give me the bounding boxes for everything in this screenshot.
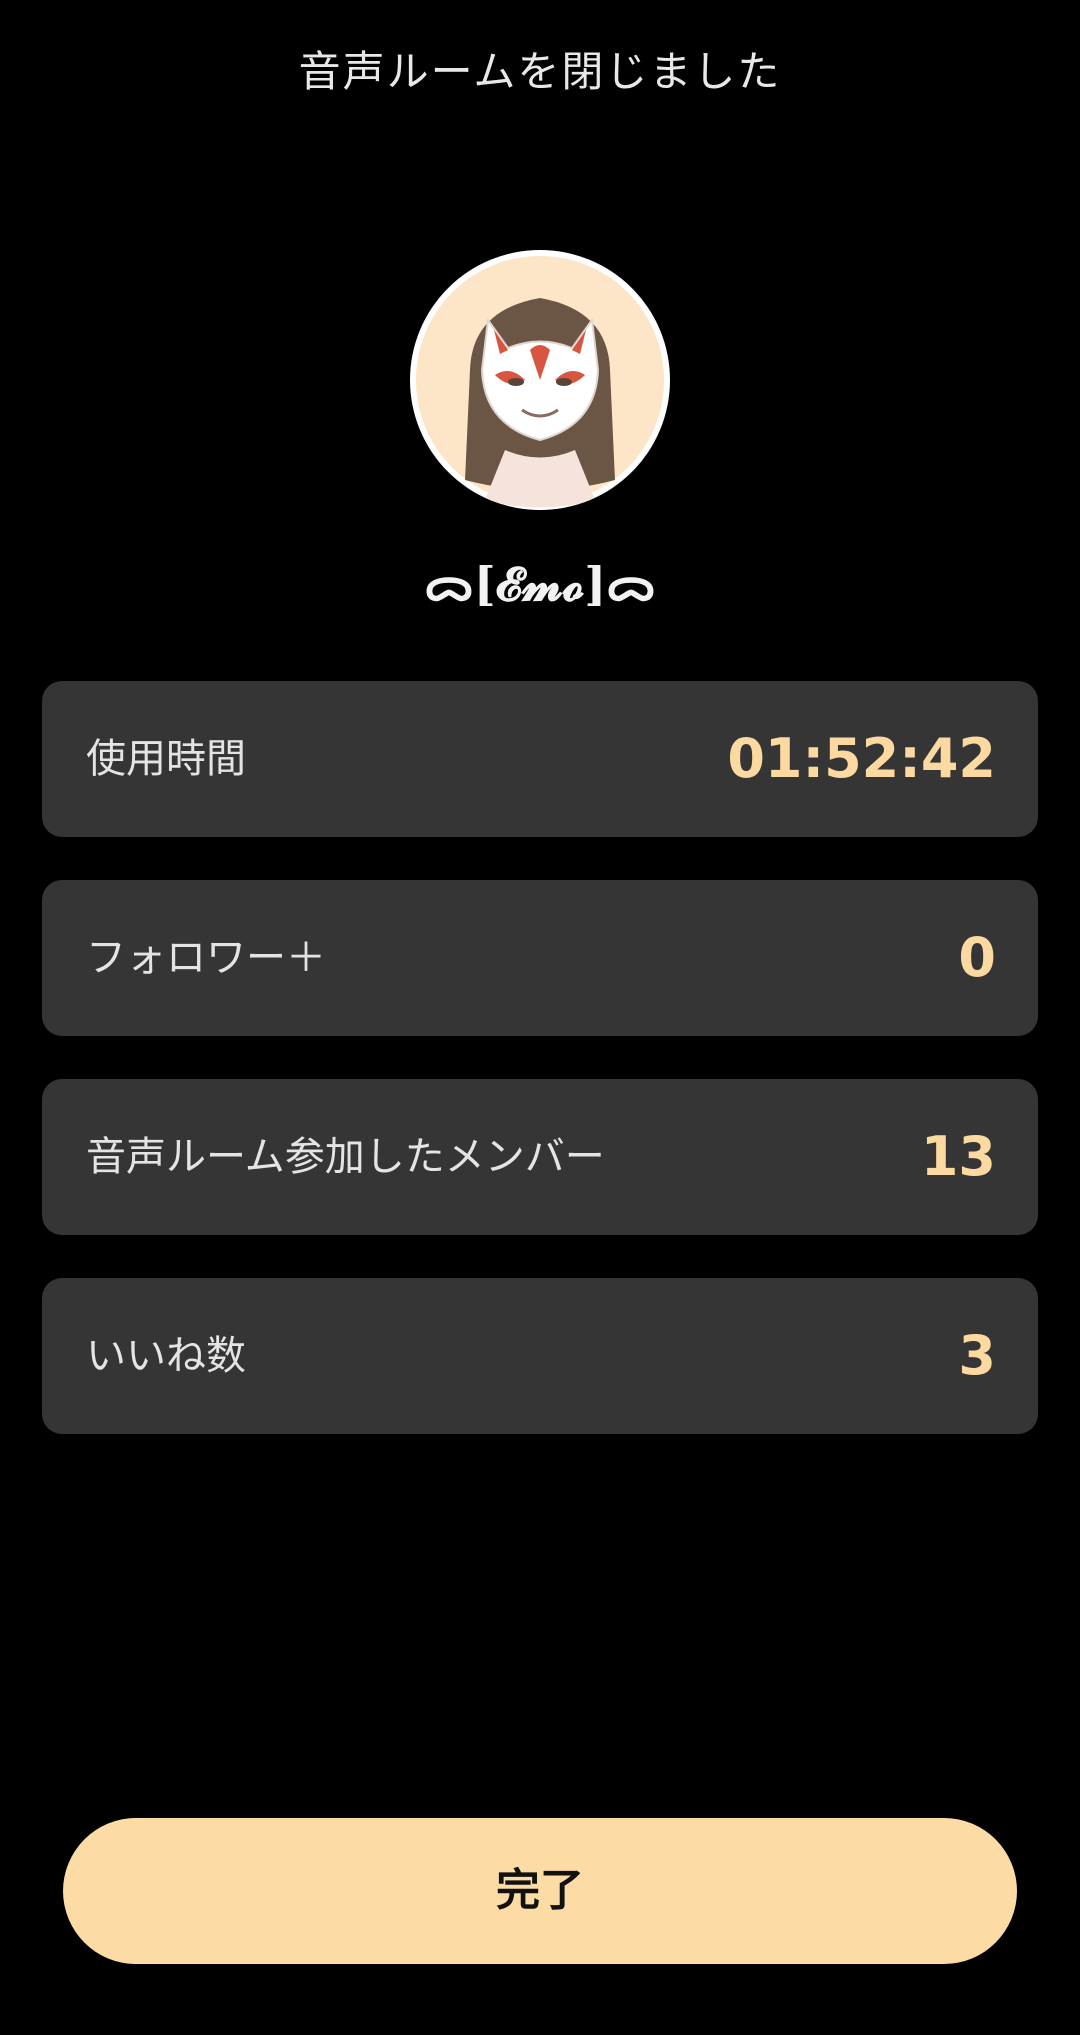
stat-card-members: 音声ルーム参加したメンバー 13 [42, 1079, 1038, 1235]
stat-value: 3 [958, 1324, 996, 1387]
stat-label: いいね数 [86, 1333, 246, 1379]
stat-card-usage-time: 使用時間 01:52:42 [42, 681, 1038, 837]
stat-card-likes: いいね数 3 [42, 1278, 1038, 1434]
page-title: 音声ルームを閉じました [298, 47, 782, 96]
stat-value: 01:52:42 [727, 727, 996, 790]
username: ᯅ[𝓔𝓶𝓸]ᯅ [424, 557, 656, 611]
stat-label: フォロワー＋ [86, 935, 326, 981]
done-button[interactable]: 完了 [63, 1818, 1017, 1964]
stat-value: 0 [958, 926, 996, 989]
kitsune-mask-avatar-icon [416, 256, 664, 508]
stat-value: 13 [920, 1125, 996, 1188]
avatar[interactable] [410, 250, 670, 510]
stat-card-followers: フォロワー＋ 0 [42, 880, 1038, 1036]
stat-label: 音声ルーム参加したメンバー [86, 1134, 605, 1180]
stat-label: 使用時間 [86, 736, 246, 782]
